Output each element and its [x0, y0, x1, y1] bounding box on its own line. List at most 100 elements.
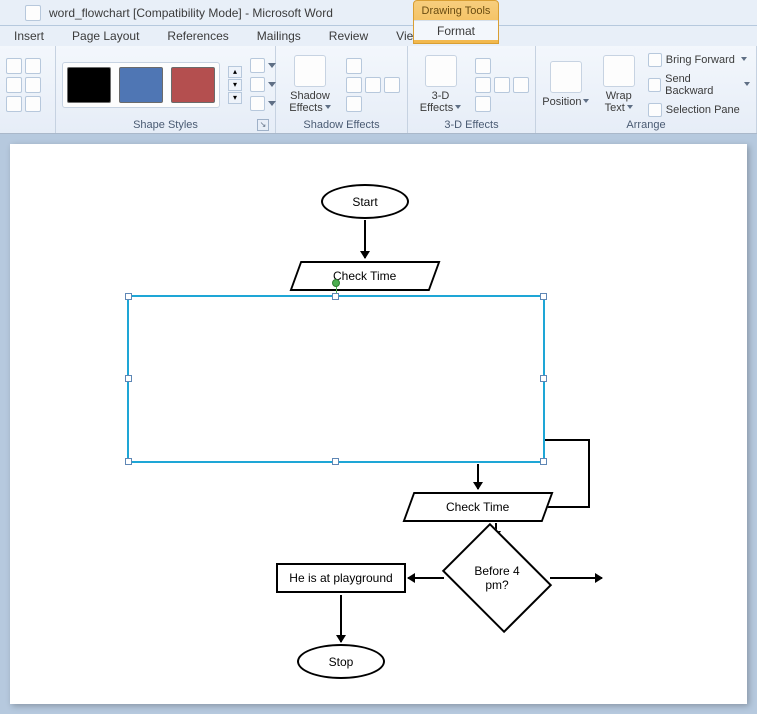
- chevron-down-icon: [268, 101, 276, 107]
- shadow-toggle-icon[interactable]: [365, 77, 381, 93]
- bring-forward-label: Bring Forward: [666, 54, 735, 66]
- text-box-icon[interactable]: [25, 77, 41, 93]
- cube-icon: [425, 55, 457, 87]
- tab-mailings[interactable]: Mailings: [243, 29, 315, 46]
- shape-outline-button[interactable]: [250, 77, 276, 92]
- position-button[interactable]: Position: [542, 53, 590, 117]
- change-shape-button[interactable]: [250, 96, 276, 111]
- nudge-shadow-up-icon[interactable]: [346, 58, 362, 74]
- style-blue-swatch[interactable]: [119, 67, 163, 103]
- flow-start-label: Start: [352, 195, 377, 209]
- tab-format[interactable]: Format: [414, 20, 498, 40]
- send-backward-button[interactable]: Send Backward: [648, 73, 750, 97]
- selection-pane-icon: [648, 103, 662, 117]
- change-shape-icon: [250, 96, 265, 111]
- group-label-shadow: Shadow Effects: [282, 119, 401, 133]
- chevron-down-icon: [583, 99, 589, 105]
- shape-more-icon[interactable]: [6, 77, 22, 93]
- gallery-up-icon[interactable]: ▴: [228, 66, 242, 78]
- tab-references[interactable]: References: [153, 29, 242, 46]
- resize-handle-tm[interactable]: [332, 293, 339, 300]
- shadow-effects-button[interactable]: ShadowEffects: [282, 53, 338, 117]
- tilt-right-icon[interactable]: [513, 77, 529, 93]
- shape-row3b-icon[interactable]: [25, 96, 41, 112]
- chevron-down-icon: [741, 57, 747, 63]
- group-shape-styles: ▴ ▾ ▾ Shape Styles ↘: [56, 46, 276, 133]
- resize-handle-br[interactable]: [540, 458, 547, 465]
- flow-io2-label: Check Time: [446, 500, 509, 514]
- shadow-icon: [294, 55, 326, 87]
- resize-handle-ml[interactable]: [125, 375, 132, 382]
- nudge-shadow-down-icon[interactable]: [346, 96, 362, 112]
- document-area: Start Check Time Check Time: [0, 134, 757, 714]
- position-icon: [550, 61, 582, 93]
- resize-handle-mr[interactable]: [540, 375, 547, 382]
- shape-fill-icon: [250, 58, 265, 73]
- flow-stop-label: Stop: [329, 655, 354, 669]
- flow-io-check-time-2[interactable]: Check Time: [403, 492, 554, 522]
- resize-handle-bl[interactable]: [125, 458, 132, 465]
- resize-handle-tr[interactable]: [540, 293, 547, 300]
- resize-handle-tl[interactable]: [125, 293, 132, 300]
- shape-row3-icon[interactable]: [6, 96, 22, 112]
- tilt-up-icon[interactable]: [475, 58, 491, 74]
- contextual-title: Drawing Tools: [414, 5, 498, 17]
- wrap-text-icon: [603, 55, 635, 87]
- rotation-handle-icon[interactable]: [332, 279, 340, 287]
- three-d-effects-button[interactable]: 3-DEffects: [414, 53, 467, 117]
- tilt-left-icon[interactable]: [475, 77, 491, 93]
- ribbon-tabs: Insert Page Layout References Mailings R…: [0, 26, 757, 46]
- qat-save-icon[interactable]: [25, 5, 41, 21]
- gallery-down-icon[interactable]: ▾: [228, 79, 242, 91]
- group-label-3d: 3-D Effects: [414, 119, 529, 133]
- shape-fill-button[interactable]: [250, 58, 276, 73]
- group-3d-effects: 3-DEffects 3-D Effects: [408, 46, 536, 133]
- chevron-down-icon: [268, 82, 276, 88]
- flow-playground-label: He is at playground: [289, 571, 392, 585]
- selection-pane-button[interactable]: Selection Pane: [648, 103, 750, 117]
- resize-handle-bm[interactable]: [332, 458, 339, 465]
- edit-shape-icon[interactable]: [25, 58, 41, 74]
- flow-connector[interactable]: [545, 439, 590, 441]
- wrap-text-button[interactable]: WrapText: [598, 53, 640, 117]
- shape-outline-icon: [250, 77, 265, 92]
- tab-review[interactable]: Review: [315, 29, 382, 46]
- style-black-swatch[interactable]: [67, 67, 111, 103]
- selection-pane-label: Selection Pane: [666, 104, 740, 116]
- gallery-scroll[interactable]: ▴ ▾ ▾: [228, 66, 242, 104]
- page-canvas[interactable]: Start Check Time Check Time: [10, 144, 747, 704]
- group-arrange: Position WrapText Bring Forward Send Bac…: [536, 46, 757, 133]
- tab-insert[interactable]: Insert: [0, 29, 58, 46]
- flow-terminator-start[interactable]: Start: [321, 184, 409, 219]
- gallery-more-icon[interactable]: ▾: [228, 92, 242, 104]
- dialog-launcher-icon[interactable]: ↘: [257, 119, 269, 131]
- group-insert-shapes: [0, 46, 56, 133]
- tab-page-layout[interactable]: Page Layout: [58, 29, 153, 46]
- flow-arrow[interactable]: [364, 220, 366, 258]
- shape-style-gallery[interactable]: [62, 62, 220, 108]
- flow-arrow[interactable]: [340, 595, 342, 642]
- send-backward-icon: [648, 78, 661, 92]
- flow-process-playground[interactable]: He is at playground: [276, 563, 406, 593]
- style-red-swatch[interactable]: [171, 67, 215, 103]
- flow-arrow[interactable]: [408, 577, 444, 579]
- flow-io-check-time-1[interactable]: Check Time: [290, 261, 441, 291]
- chevron-down-icon: [325, 105, 331, 111]
- group-label-shape-styles: Shape Styles: [133, 119, 198, 131]
- shape-gallery-icon[interactable]: [6, 58, 22, 74]
- flow-connector[interactable]: [588, 439, 590, 507]
- selected-text-box[interactable]: [127, 295, 545, 463]
- flow-arrow[interactable]: [550, 577, 602, 579]
- flow-arrow[interactable]: [477, 464, 479, 489]
- three-d-toggle-icon[interactable]: [494, 77, 510, 93]
- flow-terminator-stop[interactable]: Stop: [297, 644, 385, 679]
- nudge-shadow-right-icon[interactable]: [384, 77, 400, 93]
- tilt-down-icon[interactable]: [475, 96, 491, 112]
- contextual-tab-drawing-tools[interactable]: Drawing Tools Format: [413, 0, 499, 44]
- send-backward-label: Send Backward: [665, 73, 738, 97]
- flow-decision-label-wrap: Before 4 pm?: [453, 544, 541, 612]
- nudge-shadow-left-icon[interactable]: [346, 77, 362, 93]
- bring-forward-button[interactable]: Bring Forward: [648, 53, 750, 67]
- chevron-down-icon: [268, 63, 276, 69]
- chevron-down-icon: [627, 105, 633, 111]
